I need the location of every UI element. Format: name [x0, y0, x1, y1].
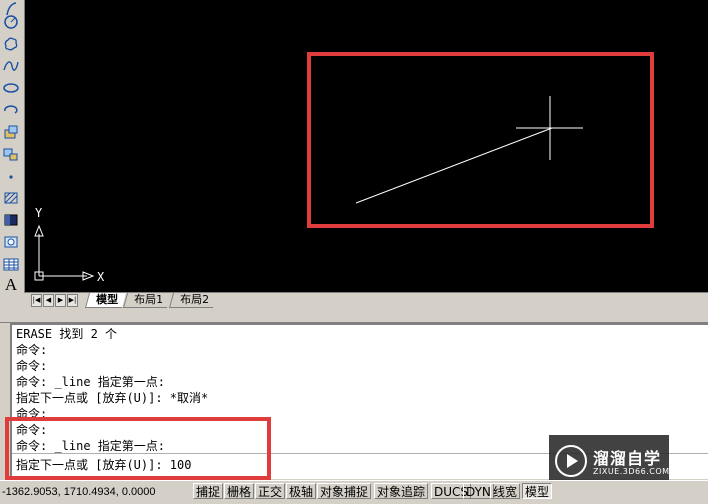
ortho-toggle[interactable]: 正交 [255, 483, 286, 499]
play-logo-icon [555, 445, 587, 477]
tab-layout1[interactable]: 布局1 [122, 293, 172, 308]
tab-first-button[interactable]: |◀ [31, 294, 42, 307]
canvas-graphics [34, 96, 583, 281]
tab-next-button[interactable]: ▶ [55, 294, 66, 307]
coordinate-readout: -1362.9053, 1710.4934, 0.0000 [2, 486, 156, 498]
gradient-icon[interactable] [2, 211, 20, 229]
layout-tab-bar: |◀ ◀ ▶ ▶| 模型 布局1 布局2 [25, 292, 708, 308]
tab-last-button[interactable]: ▶| [67, 294, 78, 307]
ucs-x-label: X [97, 270, 105, 284]
model-space-toggle[interactable]: 模型 [522, 483, 553, 499]
status-bar: -1362.9053, 1710.4934, 0.0000 捕捉 栅格 正交 极… [0, 480, 708, 504]
tab-model[interactable]: 模型 [84, 293, 127, 308]
osnap-toggle[interactable]: 对象捕捉 [317, 483, 372, 499]
crosshair-cursor [516, 96, 583, 160]
command-history-line: 命令: [16, 407, 48, 421]
tab-prev-button[interactable]: ◀ [43, 294, 54, 307]
snap-toggle[interactable]: 捕捉 [193, 483, 224, 499]
revision-cloud-icon[interactable] [2, 35, 20, 53]
drawn-line[interactable] [355, 127, 553, 204]
command-history-line: 命令: [16, 343, 48, 357]
command-history-line: ERASE 找到 2 个 [16, 327, 118, 341]
polar-toggle[interactable]: 极轴 [286, 483, 317, 499]
multiline-text-icon[interactable]: A [2, 276, 20, 294]
otrack-toggle[interactable]: 对象追踪 [374, 483, 429, 499]
watermark-title: 溜溜自学 [593, 449, 662, 468]
make-block-icon[interactable] [2, 145, 20, 163]
table-icon[interactable] [2, 255, 20, 273]
window-splitter[interactable] [0, 308, 708, 323]
spline-icon[interactable] [2, 57, 20, 75]
command-history-line: 命令: _line 指定第一点: [16, 439, 166, 453]
hatch-icon[interactable] [2, 189, 20, 207]
circle-icon[interactable] [2, 13, 20, 31]
ellipse-icon[interactable] [2, 79, 20, 97]
ucs-icon [34, 224, 95, 281]
command-window-grip[interactable] [0, 323, 10, 479]
region-icon[interactable] [2, 233, 20, 251]
point-icon[interactable] [2, 167, 20, 185]
command-history-line: 命令: [16, 423, 48, 437]
ellipse-arc-icon[interactable] [2, 101, 20, 119]
grid-toggle[interactable]: 栅格 [224, 483, 255, 499]
watermark-subtitle: ZIXUE.3D66.COM [593, 467, 670, 476]
insert-block-icon[interactable] [2, 123, 20, 141]
drawing-canvas[interactable]: Y X [25, 0, 708, 292]
tab-layout2[interactable]: 布局2 [168, 293, 218, 308]
draw-toolbar: A [0, 0, 25, 294]
command-history-line: 命令: [16, 359, 48, 373]
ucs-y-label: Y [35, 206, 43, 220]
lineweight-toggle[interactable]: 线宽 [490, 483, 521, 499]
command-history-line: 命令: _line 指定第一点: [16, 375, 166, 389]
command-history-line: 指定下一点或 [放弃(U)]: *取消* [16, 391, 209, 405]
command-input[interactable]: 指定下一点或 [放弃(U)]: 100 [16, 457, 191, 473]
